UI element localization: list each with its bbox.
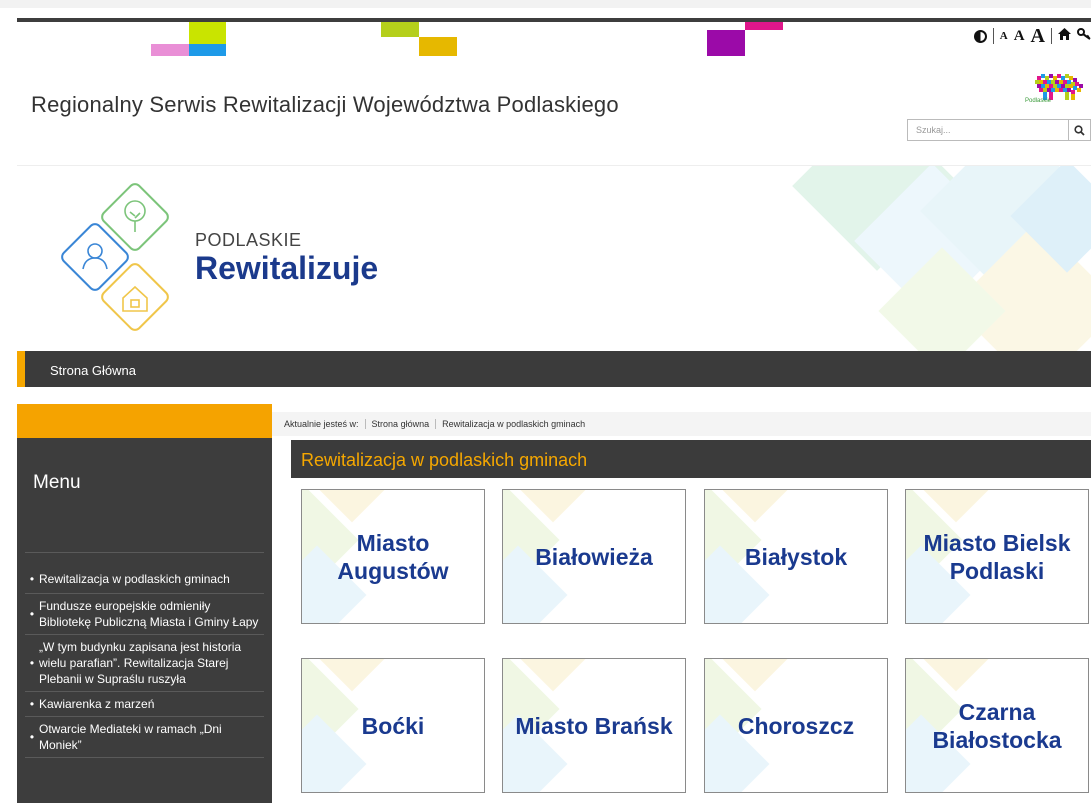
sidebar-item-label[interactable]: Rewitalizacja w podlaskich gminach: [39, 571, 230, 587]
banner-title: Rewitalizuje: [195, 250, 379, 286]
municipality-tile[interactable]: Miasto Bielsk Podlaski: [905, 489, 1089, 624]
tile-label: Białystok: [744, 543, 848, 570]
breadcrumb-item[interactable]: Strona główna: [372, 419, 430, 429]
accessibility-toolbar: A A A: [973, 25, 1091, 48]
sidebar-item[interactable]: • Otwarcie Mediateki w ramach „Dni Moniek…: [25, 717, 264, 758]
tile-label: Miasto Augustów: [337, 529, 449, 584]
deco-square: [419, 37, 457, 56]
tile-label: Czarna Białostocka: [932, 698, 1062, 753]
logo-text: Podlaskie: [1025, 98, 1052, 104]
sidebar-item[interactable]: • „W tym budynku zapisana jest historia w…: [25, 635, 264, 692]
sidebar-title: Menu: [33, 472, 81, 493]
tile-label: Boćki: [361, 712, 425, 739]
podlaskie-logo[interactable]: Podlaskie: [1023, 72, 1087, 114]
section-header: Rewitalizacja w podlaskich gminach: [291, 440, 1091, 478]
top-gap: [0, 0, 1091, 8]
main-nav: Strona Główna: [17, 351, 1091, 387]
search-icon: [1074, 124, 1085, 136]
sidebar-item[interactable]: • Fundusze europejskie odmieniły Bibliote…: [25, 594, 264, 635]
breadcrumb-divider: [364, 419, 366, 429]
bullet-icon: •: [29, 697, 35, 711]
nav-accent: [17, 351, 25, 387]
municipality-tile[interactable]: Białowieża: [502, 489, 686, 624]
toolbar-divider: [992, 28, 994, 44]
deco-square: [381, 22, 419, 37]
bullet-icon: •: [29, 730, 35, 744]
municipality-tile[interactable]: Czarna Białostocka: [905, 658, 1089, 793]
breadcrumb-item: Rewitalizacja w podlaskich gminach: [442, 419, 586, 429]
section-title: Rewitalizacja w podlaskich gminach: [301, 450, 588, 470]
municipality-tile[interactable]: Białystok: [704, 489, 888, 624]
deco-square: [745, 22, 783, 30]
bullet-icon: •: [29, 656, 35, 670]
hero-banner: PODLASKIE Rewitalizuje: [17, 165, 1091, 351]
municipality-tile[interactable]: Boćki: [301, 658, 485, 793]
tile-label: Miasto Brańsk: [515, 712, 673, 739]
search-input[interactable]: Szukaj...: [908, 125, 1068, 135]
tile-label: Miasto Bielsk Podlaski: [923, 529, 1071, 584]
search-button[interactable]: [1068, 120, 1090, 140]
nav-item-home[interactable]: Strona Główna: [50, 363, 136, 378]
deco-square: [189, 44, 226, 56]
sidebar-item-label[interactable]: Fundusze europejskie odmieniły Bibliotek…: [39, 598, 264, 630]
contrast-icon[interactable]: [973, 29, 987, 43]
top-dark-bar: [17, 18, 1091, 22]
sidebar-item-label[interactable]: Kawiarenka z marzeń: [39, 696, 154, 712]
font-medium-button[interactable]: A: [1014, 28, 1025, 45]
toolbar-divider: [1051, 28, 1052, 44]
breadcrumb-prefix: Aktualnie jesteś w:: [284, 419, 359, 429]
sidebar-menu: • Rewitalizacja w podlaskich gminach • Fun…: [25, 552, 264, 758]
breadcrumb-divider: [435, 419, 437, 429]
bullet-icon: •: [29, 572, 35, 586]
sidebar-item[interactable]: • Rewitalizacja w podlaskich gminach: [25, 553, 264, 594]
municipality-tile[interactable]: Miasto Brańsk: [502, 658, 686, 793]
search-box: Szukaj...: [907, 119, 1091, 141]
sidebar-item-label[interactable]: „W tym budynku zapisana jest historia wi…: [39, 639, 264, 687]
site-header: Regionalny Serwis Rewitalizacji Wojewódz…: [17, 56, 1091, 164]
deco-square: [189, 22, 226, 44]
tile-label: Choroszcz: [737, 712, 855, 739]
bullet-icon: •: [29, 607, 35, 621]
home-icon[interactable]: [1058, 28, 1071, 44]
tile-label: Białowieża: [535, 543, 653, 570]
sidebar: Menu • Rewitalizacja w podlaskich gminach…: [17, 404, 272, 803]
font-small-button[interactable]: A: [1000, 30, 1008, 42]
banner-graphic: [61, 166, 1091, 351]
breadcrumb: Aktualnie jesteś w: Strona główna Rewita…: [272, 412, 1091, 436]
sidebar-accent: [17, 404, 272, 438]
font-large-button[interactable]: A: [1031, 25, 1045, 48]
deco-square: [151, 44, 189, 56]
sidebar-item-label[interactable]: Otwarcie Mediateki w ramach „Dni Moniek”: [39, 721, 264, 753]
municipality-tile[interactable]: Choroszcz: [704, 658, 888, 793]
banner-subtitle: PODLASKIE: [195, 230, 302, 250]
key-icon[interactable]: [1077, 28, 1091, 44]
sidebar-item[interactable]: • Kawiarenka z marzeń: [25, 692, 264, 717]
deco-square: [707, 30, 745, 56]
municipality-tile[interactable]: Miasto Augustów: [301, 489, 485, 624]
site-title: Regionalny Serwis Rewitalizacji Wojewódz…: [31, 92, 619, 117]
